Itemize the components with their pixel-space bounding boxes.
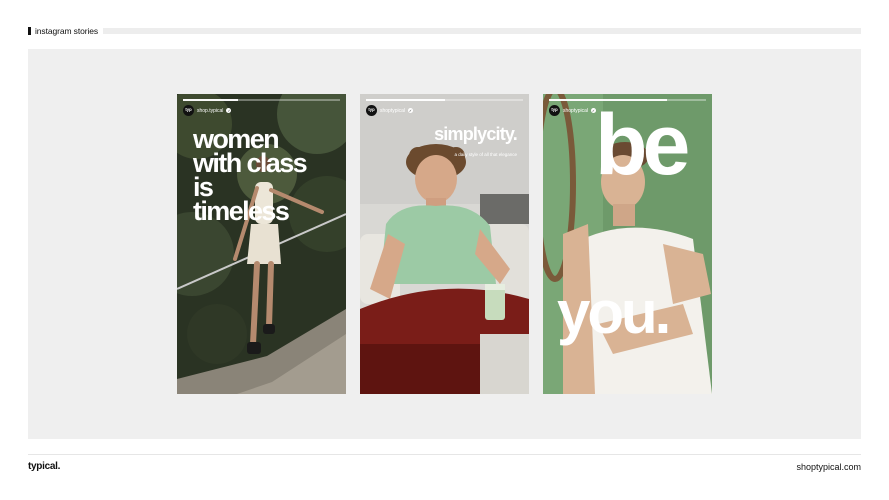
story-headline: women with class is timeless [193,126,308,226]
avatar: typ [183,105,194,116]
account-handle: shoptypical [563,107,589,114]
story-headline-bottom: you. [557,279,671,346]
account-handle: shoptypical [380,107,406,114]
top-bar: instagram stories [28,26,861,36]
headline-line: timeless [193,196,290,226]
story-tagline: a daily style of all that elegance [454,152,517,157]
site-url[interactable]: shoptypical.com [796,462,861,472]
avatar: typ [366,105,377,116]
section-label: instagram stories [35,26,99,36]
story-progress-bar [366,99,523,101]
story-card-women-with-class[interactable]: typ shop.typical ✓ women with class is t… [177,94,346,394]
avatar: typ [549,105,560,116]
stories-panel: typ shop.typical ✓ women with class is t… [28,49,861,439]
story-header: typ shoptypical ✓ [366,105,414,116]
story-header: typ shop.typical ✓ [183,105,232,116]
story-headline: simplycity. [434,124,518,144]
footer-rule [28,454,861,455]
section-marker [28,27,31,35]
verified-badge-icon: ✓ [408,108,414,113]
story-header: typ shoptypical ✓ [549,105,597,116]
account-handle: shop.typical [197,107,224,114]
story-card-simplycity[interactable]: typ shoptypical ✓ simplycity. a daily st… [360,94,529,394]
brand-logo: typical. [28,461,61,472]
story-card-be-you[interactable]: typ shoptypical ✓ be you. [543,94,712,394]
story-progress-bar [183,99,340,101]
verified-badge-icon: ✓ [226,108,232,113]
story-headline-top: be [595,97,690,193]
top-rule [103,28,861,34]
